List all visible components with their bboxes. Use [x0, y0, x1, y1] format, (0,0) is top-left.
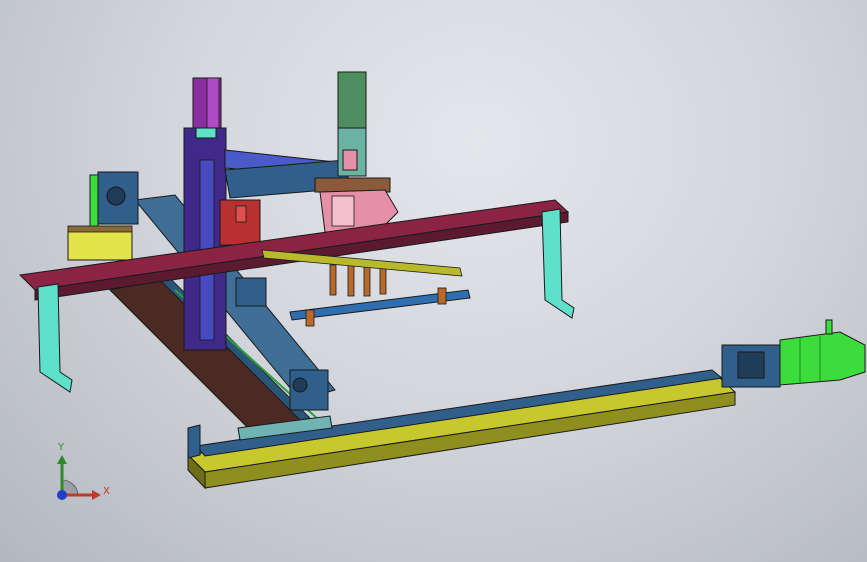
fixture-block[interactable] [67, 171, 139, 261]
axis-triad [57, 455, 101, 500]
triad-y-label: Y [58, 442, 65, 453]
gripper-head[interactable] [314, 71, 399, 233]
triad-x-label: X [103, 486, 110, 497]
cad-viewport[interactable]: Y X [0, 0, 867, 562]
motor[interactable] [721, 319, 866, 388]
gantry-model[interactable] [0, 0, 867, 562]
